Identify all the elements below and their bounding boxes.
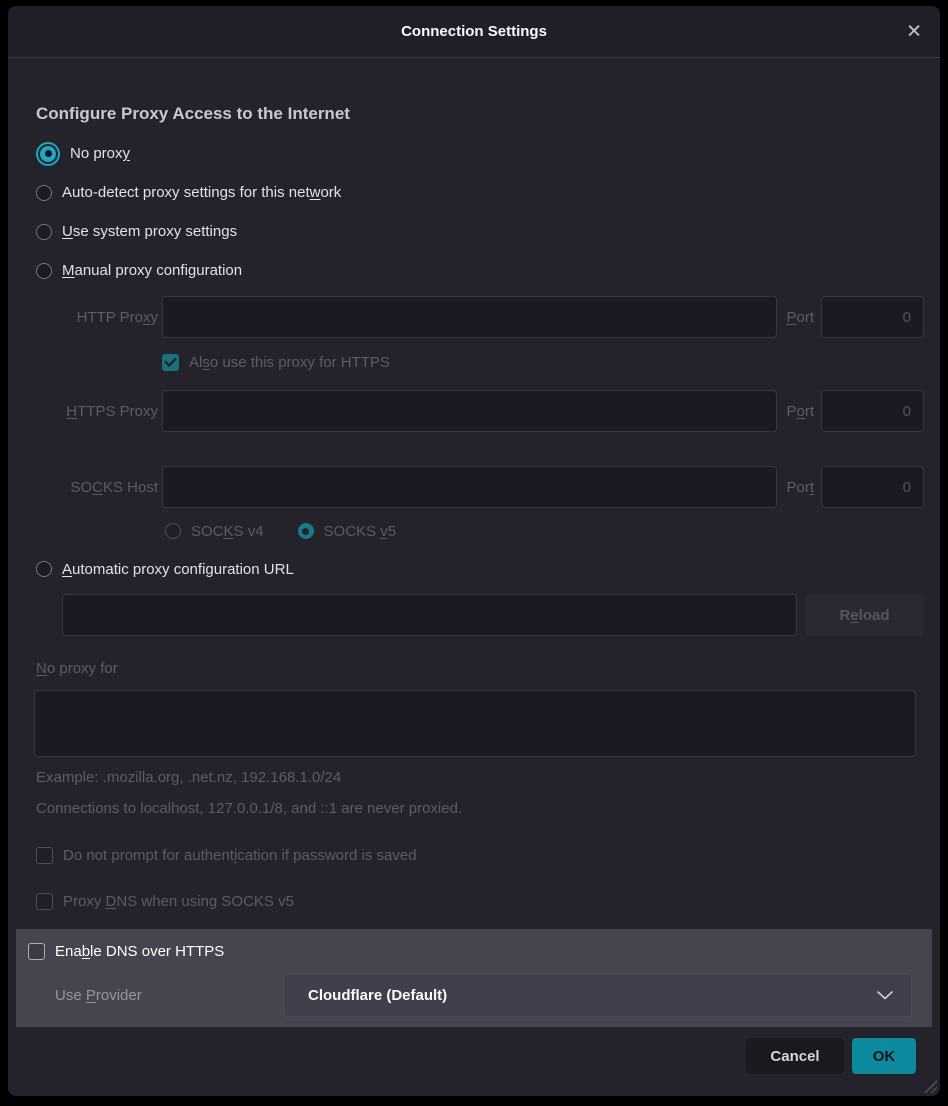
no-proxy-example-text: Example: .mozilla.org, .net.nz, 192.168.… [36, 769, 924, 786]
proxy-dns-label: Proxy DNS when using SOCKS v5 [63, 893, 294, 910]
radio-icon[interactable] [36, 263, 52, 279]
socks-port-label: Port [786, 479, 814, 496]
close-icon[interactable]: ✕ [906, 22, 922, 41]
https-proxy-row: HTTPS Proxy Port [24, 390, 924, 432]
socks-host-input[interactable] [162, 466, 777, 508]
connection-settings-dialog: Connection Settings ✕ Configure Proxy Ac… [8, 6, 940, 1096]
socks-port-input[interactable] [821, 466, 924, 508]
dialog-body: Configure Proxy Access to the Internet N… [8, 58, 940, 1096]
ok-button[interactable]: OK [852, 1038, 916, 1074]
https-port-input[interactable] [821, 390, 924, 432]
no-prompt-checkbox-row[interactable]: Do not prompt for authentication if pass… [36, 843, 924, 867]
radio-no-proxy[interactable]: No proxy [36, 134, 924, 173]
dialog-titlebar: Connection Settings ✕ [8, 6, 940, 58]
http-port-input[interactable] [821, 296, 924, 338]
radio-auto-detect-label: Auto-detect proxy settings for this netw… [62, 184, 341, 201]
enable-doh-label: Enable DNS over HTTPS [55, 943, 224, 960]
page-title: Configure Proxy Access to the Internet [36, 104, 912, 124]
checkbox-icon[interactable] [28, 943, 45, 960]
socks-host-label: SOCKS Host [24, 479, 162, 496]
radio-use-system[interactable]: Use system proxy settings [36, 212, 924, 251]
radio-socks-v5-icon[interactable] [298, 523, 314, 539]
chevron-down-icon [877, 991, 893, 1000]
dialog-title: Connection Settings [401, 23, 547, 40]
no-proxy-for-textarea[interactable] [34, 690, 916, 757]
radio-use-system-label: Use system proxy settings [62, 223, 237, 240]
cancel-button[interactable]: Cancel [746, 1038, 844, 1074]
also-https-checkbox-row[interactable]: Also use this proxy for HTTPS [162, 348, 924, 376]
provider-dropdown[interactable]: Cloudflare (Default) [283, 973, 912, 1017]
proxy-dns-checkbox-row[interactable]: Proxy DNS when using SOCKS v5 [36, 889, 924, 913]
http-proxy-row: HTTP Proxy Port [24, 296, 924, 338]
no-prompt-label: Do not prompt for authentication if pass… [63, 847, 417, 864]
radio-no-proxy-label: No proxy [70, 145, 130, 162]
radio-icon[interactable] [36, 185, 52, 201]
radio-auto-url[interactable]: Automatic proxy configuration URL [36, 552, 924, 586]
socks-host-row: SOCKS Host Port [24, 466, 924, 508]
doh-highlighted-section: Enable DNS over HTTPS Use Provider Cloud… [16, 929, 932, 1027]
auto-url-input[interactable] [62, 594, 797, 636]
dialog-footer: Cancel OK [24, 1038, 924, 1074]
no-proxy-for-label: No proxy for [36, 660, 924, 680]
socks-v4-label: SOCKS v4 [191, 523, 264, 540]
provider-row: Use Provider Cloudflare (Default) [16, 973, 932, 1017]
auto-url-row: Reload [62, 594, 924, 636]
https-proxy-input[interactable] [162, 390, 777, 432]
radio-manual[interactable]: Manual proxy configuration [36, 251, 924, 290]
reload-button[interactable]: Reload [805, 594, 924, 636]
http-proxy-label: HTTP Proxy [24, 309, 162, 326]
radio-auto-detect[interactable]: Auto-detect proxy settings for this netw… [36, 173, 924, 212]
also-https-label: Also use this proxy for HTTPS [189, 354, 390, 371]
localhost-note-text: Connections to localhost, 127.0.0.1/8, a… [36, 800, 924, 817]
enable-doh-checkbox-row[interactable]: Enable DNS over HTTPS [28, 939, 932, 963]
radio-auto-url-label: Automatic proxy configuration URL [62, 561, 294, 578]
radio-icon[interactable] [36, 224, 52, 240]
radio-manual-label: Manual proxy configuration [62, 262, 242, 279]
checkbox-checked-icon[interactable] [162, 354, 179, 371]
http-port-label: Port [786, 309, 814, 326]
https-port-label: Port [786, 403, 814, 420]
http-proxy-input[interactable] [162, 296, 777, 338]
https-proxy-label: HTTPS Proxy [24, 403, 162, 420]
use-provider-label: Use Provider [55, 987, 283, 1004]
checkbox-icon[interactable] [36, 847, 53, 864]
socks-v5-label: SOCKS v5 [324, 523, 397, 540]
radio-socks-v4-icon[interactable] [165, 523, 181, 539]
socks-version-row: SOCKS v4 SOCKS v5 [165, 518, 924, 544]
radio-selected-icon[interactable] [40, 146, 56, 162]
radio-icon[interactable] [36, 561, 52, 577]
provider-dropdown-value: Cloudflare (Default) [308, 987, 447, 1004]
checkbox-icon[interactable] [36, 893, 53, 910]
